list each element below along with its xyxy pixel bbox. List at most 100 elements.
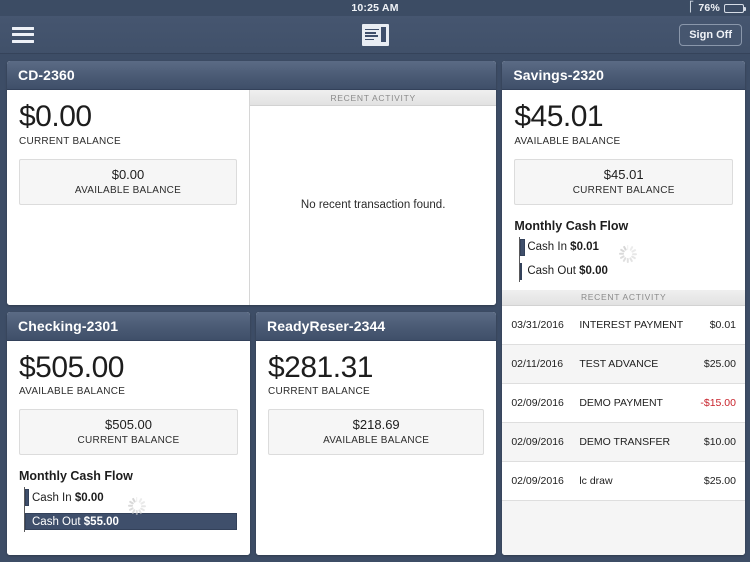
recent-activity-pane: RECENT ACTIVITY No recent transaction fo…	[249, 90, 497, 305]
spinner-spoke	[630, 248, 637, 253]
hamburger-line	[12, 33, 34, 36]
transaction-date: 02/09/2016	[511, 396, 564, 409]
account-card-body: $281.31 CURRENT BALANCE $218.69 AVAILABL…	[256, 340, 497, 556]
secondary-balance-box: $0.00 AVAILABLE BALANCE	[19, 158, 237, 205]
balance-pane: $505.00 AVAILABLE BALANCE $505.00 CURREN…	[7, 341, 250, 556]
transaction-date: 02/09/2016	[511, 435, 564, 448]
accounts-dashboard: CD-2360 $0.00 CURRENT BALANCE $0.00 AVAI…	[0, 54, 750, 562]
secondary-balance-amount: $505.00	[105, 417, 152, 432]
transaction-date: 02/09/2016	[511, 474, 564, 487]
spinner-spoke	[631, 253, 637, 255]
transaction-amount: $10.00	[703, 435, 736, 448]
cash-out-value: $55.00	[83, 515, 119, 528]
logo-accent-bar	[380, 27, 386, 42]
transaction-amount: $0.01	[709, 318, 736, 331]
account-card-checking[interactable]: Checking-2301 $505.00 AVAILABLE BALANCE …	[7, 311, 250, 556]
transaction-description: DEMO TRANSFER	[579, 435, 671, 448]
transaction-amount: -$15.00	[700, 396, 736, 409]
recent-activity-header: RECENT ACTIVITY	[502, 289, 745, 306]
recent-activity-header: RECENT ACTIVITY	[250, 90, 497, 106]
secondary-balance-box: $505.00 CURRENT BALANCE	[19, 409, 238, 455]
account-card-title: Savings-2320	[502, 61, 745, 90]
account-card-title: ReadyReser-2344	[256, 311, 497, 341]
app-navigation-bar: Sign Off	[0, 16, 750, 54]
spinner-spoke	[127, 504, 133, 507]
balance-pane: $0.00 CURRENT BALANCE $0.00 AVAILABLE BA…	[7, 90, 249, 305]
transaction-row[interactable]: 02/09/2016 DEMO PAYMENT -$15.00	[502, 383, 745, 423]
transaction-amount: $25.00	[703, 474, 736, 487]
spinner-spoke	[622, 257, 627, 263]
sign-off-button[interactable]: Sign Off	[679, 23, 742, 46]
status-bar-right-group: ⎡ 76%	[689, 2, 746, 14]
secondary-balance-box: $45.01 CURRENT BALANCE	[514, 158, 733, 205]
primary-balance-label: CURRENT BALANCE	[268, 386, 370, 397]
loading-spinner-icon	[618, 245, 637, 264]
monthly-cash-flow-chart: Monthly Cash Flow Cash In $0.01 Cash Out…	[514, 219, 733, 282]
secondary-balance-amount: $45.01	[603, 166, 644, 182]
primary-balance-label: AVAILABLE BALANCE	[19, 386, 126, 397]
transaction-description: DEMO PAYMENT	[579, 396, 663, 409]
account-card-title: CD-2360	[7, 61, 497, 90]
transaction-rows-container: 03/31/2016 INTEREST PAYMENT $0.01 02/11/201…	[502, 305, 745, 555]
spinner-spoke	[627, 258, 629, 263]
secondary-balance-label: AVAILABLE BALANCE	[323, 435, 430, 446]
secondary-balance-label: AVAILABLE BALANCE	[74, 184, 182, 196]
secondary-balance-label: CURRENT BALANCE	[572, 184, 675, 196]
primary-balance-amount: $281.31	[268, 350, 373, 384]
secondary-balance-amount: $0.00	[111, 166, 145, 182]
transaction-row[interactable]: 02/09/2016 lc draw $25.00	[502, 461, 745, 501]
transaction-row[interactable]: 02/09/2016 DEMO TRANSFER $10.00	[502, 422, 745, 462]
secondary-balance-box: $218.69 AVAILABLE BALANCE	[268, 409, 485, 455]
primary-balance-amount: $0.00	[19, 100, 92, 133]
transaction-amount: $25.00	[703, 357, 736, 370]
primary-balance-amount: $505.00	[19, 350, 124, 384]
transaction-row[interactable]: 02/11/2016 TEST ADVANCE $25.00	[502, 344, 745, 384]
cash-flow-row-out: Cash Out $0.00	[520, 261, 733, 282]
transaction-description: INTEREST PAYMENT	[579, 318, 684, 331]
spinner-spoke	[618, 253, 624, 255]
ios-status-bar: 10:25 AM ⎡ 76%	[0, 0, 750, 16]
transaction-list-filler	[502, 500, 745, 555]
account-card-cd[interactable]: CD-2360 $0.00 CURRENT BALANCE $0.00 AVAI…	[7, 61, 497, 305]
account-card-body: $0.00 CURRENT BALANCE $0.00 AVAILABLE BA…	[7, 90, 497, 305]
recent-activity-empty-message: No recent transaction found.	[300, 199, 446, 212]
monthly-cash-flow-chart: Monthly Cash Flow Cash In $0.00 Cash Out…	[19, 469, 238, 555]
transaction-description: lc draw	[579, 474, 613, 487]
cash-in-label: Cash In $0.00	[25, 492, 104, 504]
cash-out-label: Cash Out $0.00	[520, 265, 608, 277]
hamburger-line	[12, 39, 34, 43]
transaction-row[interactable]: 03/31/2016 INTEREST PAYMENT $0.01	[502, 305, 745, 345]
cash-in-label: Cash In $0.01	[520, 241, 599, 253]
spinner-spoke	[135, 509, 138, 515]
cash-flow-title: Monthly Cash Flow	[514, 218, 629, 233]
primary-balance-label: CURRENT BALANCE	[19, 135, 121, 147]
logo-line	[364, 31, 377, 34]
cash-in-value: $0.00	[74, 491, 104, 504]
brand-logo	[0, 23, 750, 46]
hamburger-menu-icon[interactable]	[12, 26, 34, 43]
secondary-balance-label: CURRENT BALANCE	[77, 435, 180, 446]
bluetooth-icon: ⎡	[689, 2, 695, 13]
top-row: CD-2360 $0.00 CURRENT BALANCE $0.00 AVAI…	[7, 61, 497, 305]
balance-pane: $45.01 AVAILABLE BALANCE $45.01 CURRENT …	[502, 90, 745, 290]
secondary-balance-amount: $218.69	[352, 417, 400, 432]
balance-pane: $281.31 CURRENT BALANCE $218.69 AVAILABL…	[256, 341, 496, 556]
status-bar-time: 10:25 AM	[351, 2, 399, 14]
logo-line	[364, 35, 378, 38]
cash-out-text: Cash Out	[32, 515, 81, 528]
logo-line	[364, 28, 379, 31]
primary-balance-label: AVAILABLE BALANCE	[514, 135, 621, 147]
account-card-savings[interactable]: Savings-2320 $45.01 AVAILABLE BALANCE $4…	[502, 61, 745, 555]
battery-icon	[724, 3, 746, 13]
cash-out-value: $0.00	[579, 265, 608, 277]
spinner-spoke	[140, 504, 146, 507]
cash-flow-title: Monthly Cash Flow	[19, 469, 133, 483]
battery-percent-label: 76%	[698, 2, 720, 14]
transaction-date: 02/11/2016	[511, 357, 564, 370]
cash-out-label: Cash Out $55.00	[25, 516, 119, 528]
cash-in-text: Cash In	[527, 241, 567, 253]
bottom-row: Checking-2301 $505.00 AVAILABLE BALANCE …	[7, 311, 497, 556]
account-card-ready-reserve[interactable]: ReadyReser-2344 $281.31 CURRENT BALANCE …	[256, 311, 497, 556]
logo-line	[364, 38, 375, 41]
logo-text-lines	[364, 28, 379, 41]
